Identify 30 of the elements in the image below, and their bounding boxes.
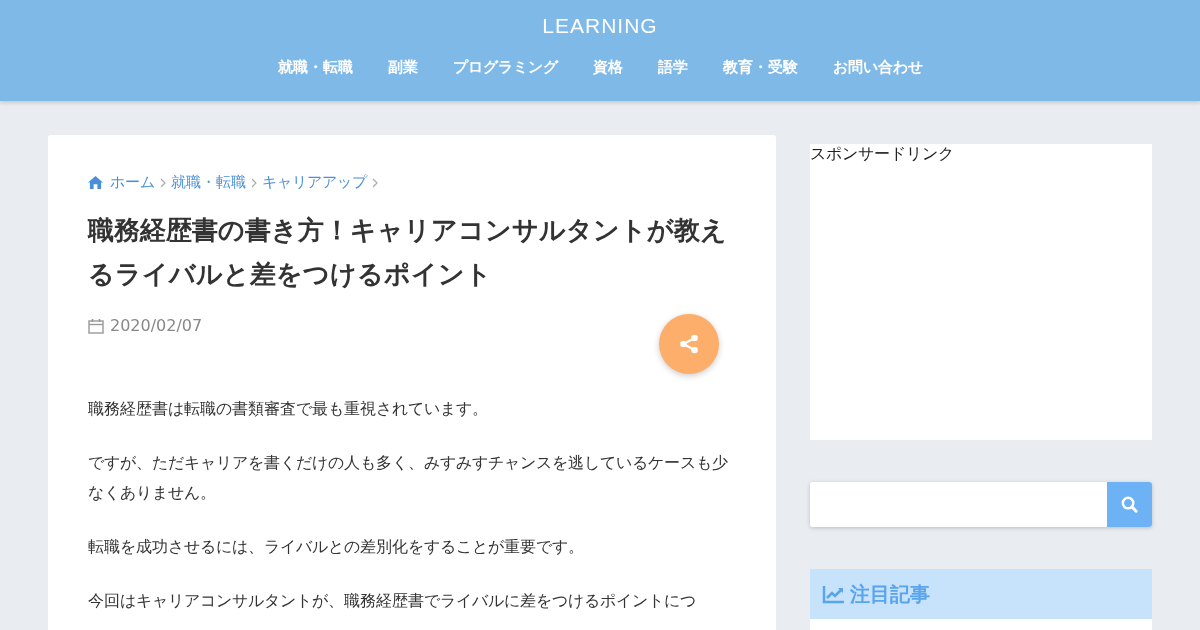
breadcrumb-link[interactable]: ホーム [110, 173, 155, 192]
chevron-icon [372, 177, 378, 188]
search-button[interactable] [1107, 482, 1152, 527]
nav-link[interactable]: 語学 [657, 58, 688, 77]
nav-link[interactable]: 教育・受験 [722, 58, 798, 77]
search-icon [1120, 495, 1139, 514]
home-icon [88, 176, 103, 189]
calendar-icon [88, 317, 104, 334]
nav-link[interactable]: 副業 [387, 58, 418, 77]
trend-chart-icon [822, 584, 846, 604]
nav-link[interactable]: 就職・転職 [277, 58, 353, 77]
share-icon [678, 333, 700, 355]
search-field[interactable] [810, 482, 1152, 527]
chevron-icon [251, 177, 257, 188]
paragraph: 転職を成功させるには、ライバルとの差別化をすることが重要です。 [88, 536, 585, 558]
paragraph: 今回はキャリアコンサルタントが、職務経歴書でライバルに差をつけるポイントにつ [88, 590, 697, 612]
share-button[interactable] [659, 314, 719, 374]
nav-link[interactable]: プログラミング [452, 58, 558, 77]
article-title: 職務経歴書の書き方！キャリアコンサルタントが教えるライバルと差をつけるポイント [88, 214, 728, 291]
widget-title: 注目記事 [850, 580, 930, 608]
post-date: 2020/02/07 [110, 316, 203, 335]
breadcrumb-link[interactable]: キャリアアップ [262, 173, 367, 192]
nav-link[interactable]: 資格 [592, 58, 623, 77]
site-title[interactable]: LEARNING [542, 14, 658, 38]
breadcrumb-link[interactable]: 就職・転職 [171, 173, 246, 192]
nav-link[interactable]: お問い合わせ [832, 58, 923, 77]
chevron-icon [160, 177, 166, 188]
paragraph: ですが、ただキャリアを書くだけの人も多く、みすみすチャンスを逃しているケースも少なくありません。 [88, 452, 728, 504]
paragraph: 職務経歴書は転職の書類審査で最も重視されています。 [88, 398, 489, 420]
ad-label: スポンサードリンク [810, 144, 954, 163]
